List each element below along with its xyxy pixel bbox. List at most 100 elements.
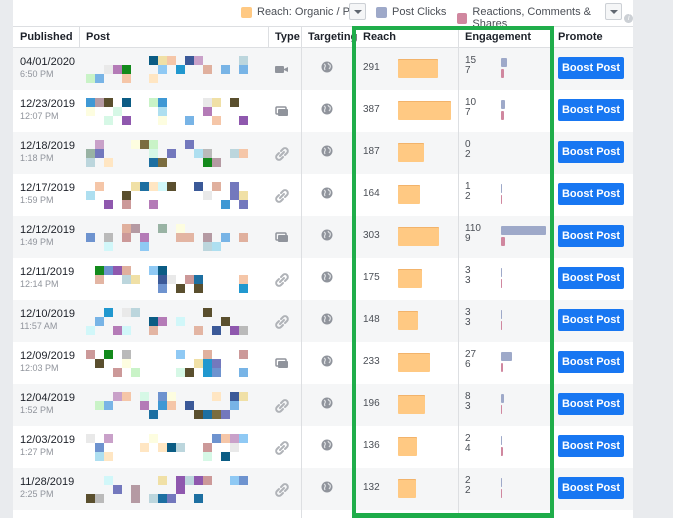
thumbnail-pixel: [176, 284, 185, 293]
reactions-bar: [501, 363, 503, 372]
published-date: 12/10/2019: [20, 308, 76, 320]
thumbnail-pixel: [230, 476, 239, 485]
thumbnail-pixel: [122, 392, 131, 401]
thumbnail-pixel: [113, 368, 122, 377]
reach-value: 164: [363, 188, 380, 199]
reach-bar: [398, 437, 417, 456]
thumbnail-pixel: [230, 149, 239, 158]
thumbnail-pixel: [239, 191, 248, 200]
post-preview[interactable]: [86, 266, 266, 294]
reach-value: 196: [363, 398, 380, 409]
thumbnail-pixel: [212, 368, 221, 377]
boost-post-button[interactable]: Boost Post: [558, 225, 624, 247]
thumbnail-pixel: [194, 494, 203, 503]
published-date: 11/28/2019: [20, 476, 75, 488]
post-preview[interactable]: [86, 350, 266, 378]
thumbnail-pixel: [158, 275, 167, 284]
thumbnail-pixel: [194, 410, 203, 419]
reach-bar: [398, 479, 416, 498]
reach-bar: [398, 269, 422, 288]
post-preview[interactable]: [86, 56, 266, 84]
boost-post-button[interactable]: Boost Post: [558, 435, 624, 457]
thumbnail-pixel: [185, 401, 194, 410]
thumbnail-pixel: [104, 434, 113, 443]
boost-post-button[interactable]: Boost Post: [558, 99, 624, 121]
thumbnail-pixel: [158, 443, 167, 452]
post-preview[interactable]: [86, 308, 266, 336]
thumbnail-pixel: [122, 308, 131, 317]
globe-icon: [321, 61, 333, 73]
thumbnail-pixel: [203, 158, 212, 167]
post-preview[interactable]: [86, 434, 266, 462]
thumbnail-pixel: [86, 326, 95, 335]
reach-swatch-icon: [241, 6, 252, 18]
reach-value: 187: [363, 146, 380, 157]
globe-icon: [321, 355, 333, 367]
header-published[interactable]: Published: [20, 31, 73, 43]
thumbnail-pixel: [185, 368, 194, 377]
boost-post-button[interactable]: Boost Post: [558, 141, 624, 163]
boost-post-button[interactable]: Boost Post: [558, 351, 624, 373]
thumbnail-pixel: [167, 392, 176, 401]
reactions-value: 3: [465, 275, 471, 286]
thumbnail-pixel: [122, 191, 131, 200]
thumbnail-pixel: [212, 98, 221, 107]
thumbnail-pixel: [113, 485, 122, 494]
published-time: 1:49 PM: [20, 237, 54, 247]
reactions-value: 4: [465, 443, 471, 454]
table-row: 12/18/2019 1:18 PM 187 0 2 Boost Post: [13, 132, 633, 174]
thumbnail-pixel: [185, 56, 194, 65]
reach-value: 175: [363, 272, 380, 283]
post-preview[interactable]: [86, 182, 266, 210]
thumbnail-pixel: [140, 182, 149, 191]
thumbnail-pixel: [239, 233, 248, 242]
thumbnail-pixel: [176, 317, 185, 326]
reach-bar: [398, 185, 420, 204]
post-preview[interactable]: [86, 224, 266, 252]
thumbnail-pixel: [86, 98, 95, 107]
boost-post-button[interactable]: Boost Post: [558, 183, 624, 205]
thumbnail-pixel: [176, 368, 185, 377]
header-engagement[interactable]: Engagement: [465, 31, 531, 43]
thumbnail-pixel: [212, 116, 221, 125]
thumbnail-pixel: [149, 98, 158, 107]
reactions-bar: [501, 489, 502, 498]
post-preview[interactable]: [86, 140, 266, 168]
info-icon[interactable]: i: [624, 13, 633, 23]
reactions-bar: [501, 405, 502, 414]
reach-metric-dropdown[interactable]: [349, 3, 366, 20]
table-row: 12/10/2019 11:57 AM 148 3 3 Boost Post: [13, 300, 633, 342]
globe-icon: [321, 481, 333, 493]
thumbnail-pixel: [113, 266, 122, 275]
thumbnail-pixel: [149, 182, 158, 191]
engagement-metric-dropdown[interactable]: [605, 3, 622, 20]
reactions-value: 3: [465, 317, 471, 328]
post-preview[interactable]: [86, 476, 266, 504]
post-preview[interactable]: [86, 392, 266, 420]
thumbnail-pixel: [158, 56, 167, 65]
boost-post-button[interactable]: Boost Post: [558, 309, 624, 331]
boost-post-button[interactable]: Boost Post: [558, 57, 624, 79]
chart-legend: Reach: Organic / Paid Post Clicks Reacti…: [13, 0, 633, 30]
thumbnail-pixel: [185, 116, 194, 125]
thumbnail-pixel: [221, 410, 230, 419]
boost-post-button[interactable]: Boost Post: [558, 267, 624, 289]
boost-post-button[interactable]: Boost Post: [558, 477, 624, 499]
post-preview[interactable]: [86, 98, 266, 126]
thumbnail-pixel: [221, 434, 230, 443]
globe-icon: [321, 313, 333, 325]
published-cell: 12/17/2019 1:59 PM: [20, 182, 75, 205]
header-reach[interactable]: Reach: [363, 31, 396, 43]
header-post: Post: [86, 31, 110, 43]
boost-post-button[interactable]: Boost Post: [558, 393, 624, 415]
thumbnail-pixel: [194, 326, 203, 335]
thumbnail-pixel: [230, 392, 239, 401]
published-cell: 12/10/2019 11:57 AM: [20, 308, 75, 331]
thumbnail-pixel: [203, 443, 212, 452]
thumbnail-pixel: [230, 191, 239, 200]
post-clicks-bar: [501, 268, 502, 277]
thumbnail-pixel: [131, 494, 140, 503]
reach-value: 233: [363, 356, 380, 367]
reach-value: 303: [363, 230, 380, 241]
reactions-bar: [501, 279, 502, 288]
